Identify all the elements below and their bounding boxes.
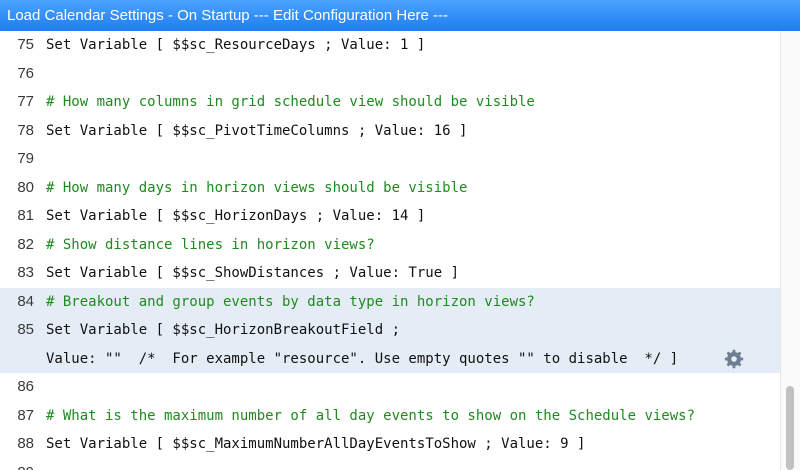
window-title-bar[interactable]: Load Calendar Settings - On Startup --- … (0, 0, 800, 31)
script-step[interactable]: 86 (0, 373, 780, 402)
step-text: Set Variable [ $$sc_HorizonDays ; Value:… (46, 208, 426, 224)
line-number: 84 (17, 292, 34, 310)
step-text: Value: "" /* For example "resource". Use… (46, 350, 679, 367)
step-text: Set Variable [ $$sc_HorizonBreakoutField… (46, 322, 401, 338)
step-text: Set Variable [ $$sc_ResourceDays ; Value… (46, 37, 426, 53)
window-title: Load Calendar Settings - On Startup --- … (7, 7, 449, 24)
line-number: 83 (17, 264, 34, 281)
line-number: 80 (17, 178, 34, 196)
line-number: 75 (17, 36, 34, 53)
step-comment: # Breakout and group events by data type… (46, 293, 535, 310)
script-step[interactable]: 75 Set Variable [ $$sc_ResourceDays ; Va… (0, 31, 780, 60)
script-step[interactable]: 82 # Show distance lines in horizon view… (0, 231, 780, 260)
script-step[interactable]: 83 Set Variable [ $$sc_ShowDistances ; V… (0, 259, 780, 288)
script-step-selected[interactable]: 85 Set Variable [ $$sc_HorizonBreakoutFi… (0, 316, 780, 345)
script-step[interactable]: 87 # What is the maximum number of all d… (0, 402, 780, 431)
line-number: 76 (17, 64, 34, 82)
step-text: Set Variable [ $$sc_MaximumNumberAllDayE… (46, 436, 586, 452)
line-number: 77 (17, 93, 34, 110)
step-comment: # How many days in horizon views should … (46, 179, 468, 196)
script-step[interactable]: 79 (0, 145, 780, 174)
step-text: Set Variable [ $$sc_PivotTimeColumns ; V… (46, 122, 468, 139)
script-step-continuation[interactable]: Value: "" /* For example "resource". Use… (0, 344, 780, 373)
step-comment: # What is the maximum number of all day … (46, 407, 696, 424)
script-step[interactable]: 80 # How many days in horizon views shou… (0, 174, 780, 203)
script-step[interactable]: 89 (0, 459, 780, 470)
script-step[interactable]: 88 Set Variable [ $$sc_MaximumNumberAllD… (0, 430, 780, 459)
script-editor[interactable]: 75 Set Variable [ $$sc_ResourceDays ; Va… (0, 31, 780, 470)
line-number: 78 (17, 121, 34, 139)
line-number: 79 (17, 150, 34, 167)
script-step[interactable]: 81 Set Variable [ $$sc_HorizonDays ; Val… (0, 202, 780, 231)
line-number: 87 (17, 406, 34, 424)
scrollbar-thumb[interactable] (786, 386, 794, 470)
step-text: Set Variable [ $$sc_ShowDistances ; Valu… (46, 265, 460, 281)
line-number: 85 (17, 321, 34, 338)
script-step[interactable]: 76 (0, 60, 780, 89)
step-comment: # How many columns in grid schedule view… (46, 94, 535, 110)
line-number: 81 (17, 207, 34, 224)
gear-icon[interactable] (724, 349, 744, 369)
line-number: 88 (17, 435, 34, 452)
step-comment: # Show distance lines in horizon views? (46, 236, 375, 253)
line-number: 89 (0, 459, 34, 470)
script-step-selected[interactable]: 84 # Breakout and group events by data t… (0, 287, 780, 316)
script-step[interactable]: 78 Set Variable [ $$sc_PivotTimeColumns … (0, 117, 780, 146)
line-number: 82 (17, 235, 34, 253)
script-step[interactable]: 77 # How many columns in grid schedule v… (0, 88, 780, 117)
vertical-scrollbar[interactable] (780, 31, 800, 470)
line-number: 86 (17, 378, 34, 395)
